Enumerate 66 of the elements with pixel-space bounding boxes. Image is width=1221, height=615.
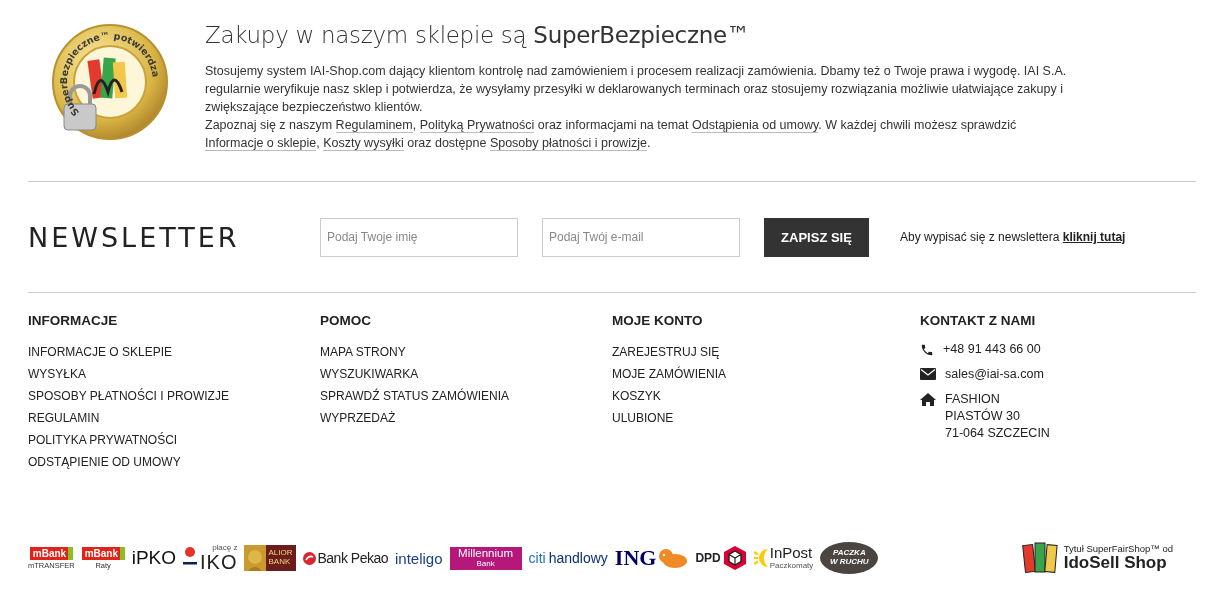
logo-text: W RUCHU — [829, 558, 869, 567]
footer-link[interactable]: WYPRZEDAŻ — [320, 407, 396, 429]
column-heading: POMOC — [320, 313, 371, 328]
logo-text: BANK — [268, 558, 292, 567]
logo-text: handlowy — [548, 550, 608, 566]
security-title: Zakupy w naszym sklepie są SuperBezpieczne™ — [205, 22, 751, 48]
footer-link[interactable]: MOJE ZAMÓWIENIA — [612, 363, 726, 385]
lion-icon — [658, 547, 689, 569]
logo-caption: płacę z — [212, 544, 238, 552]
contact-text: sales@iai-sa.com — [945, 366, 1044, 383]
footer-link[interactable]: REGULAMIN — [28, 407, 100, 429]
contact-text: 71-064 SZCZECIN — [945, 425, 1050, 442]
policy-link[interactable]: Sposoby płatności i prowizje — [489, 136, 647, 151]
email-field[interactable]: Podaj Twój e-mail — [542, 217, 740, 257]
cube-icon — [722, 545, 747, 571]
footer-link[interactable]: WYSZUKIWARKA — [320, 363, 419, 385]
footer-link[interactable]: WYSYŁKA — [28, 363, 87, 385]
policy-link[interactable]: Koszty wysyłki — [323, 136, 404, 151]
policy-link[interactable]: Regulaminem — [335, 118, 413, 133]
badge-caption: Tytuł SuperFairShop™ od — [1063, 544, 1173, 555]
logo-text: citi — [528, 550, 546, 566]
unsubscribe-link[interactable]: kliknij tutaj — [1062, 230, 1126, 244]
contact-text: +48 91 443 66 00 — [943, 341, 1041, 358]
footer-link[interactable]: MAPA STRONY — [320, 341, 406, 363]
badge-title: IdoSell Shop — [1063, 554, 1168, 572]
footer-link[interactable]: ULUBIONE — [612, 407, 674, 429]
policy-paragraph: Zapoznaj się z naszym Regulaminem, Polityką Prywatności oraz informacjami na temat Odstąpienia od umowy. W każdej chwili możesz sprawdzić Informacje o sklepie, Koszty wysyłki oraz dostępne Sposoby płatności i prowizje. — [205, 117, 1018, 152]
column-heading: INFORMACJE — [28, 313, 118, 328]
bank-logo: mBank — [29, 546, 73, 560]
security-paragraph: Stosujemy system IAI-Shop.com dający klientom kontrolę nad zamówieniem i procesem realizacji zamówienia. Dbamy też o Twoje prawa i wygodę. IAI S.A. regularnie weryfikuje nasz sklep i potwierdza, że wysyłamy przesyłki w deklarowanych terminach oraz stosujemy rozwiązania możliwie ułatwiające zakupy i zwiększające bezpieczeństwo klientów. — [205, 63, 1068, 116]
logo-caption: Bank — [476, 559, 495, 568]
bank-logo: mBank — [81, 546, 125, 560]
footer-link[interactable]: SPRAWDŹ STATUS ZAMÓWIENIA — [320, 385, 510, 407]
footer-link[interactable]: KOSZYK — [612, 385, 661, 407]
contact-text: PIASTÓW 30 — [945, 408, 1022, 425]
footer-link[interactable]: ODSTĄPIENIE OD UMOWY — [28, 451, 181, 473]
column-heading: MOJE KONTO — [612, 313, 703, 328]
logo-text: PACZKA — [832, 549, 866, 558]
policy-link[interactable]: Polityką Prywatności — [419, 118, 535, 133]
footer-link[interactable]: POLITYKA PRYWATNOŚCI — [28, 429, 178, 451]
footer-link[interactable]: ZAREJESTRUJ SIĘ — [612, 341, 720, 363]
logo-text: InPost — [769, 545, 814, 562]
logo-text: Bank Pekao — [317, 550, 388, 566]
home-icon — [920, 393, 936, 406]
swirl-icon — [302, 551, 316, 565]
logo-text: IKO — [200, 552, 238, 572]
footer-link[interactable]: SPOSOBY PŁATNOŚCI I PROWIZJE — [28, 385, 229, 407]
logo-text: ALIOR — [268, 549, 293, 558]
face-relief-icon — [244, 545, 267, 571]
name-field[interactable]: Podaj Twoje imię — [320, 217, 518, 257]
logo-text: Millennium — [458, 548, 514, 560]
phone-icon — [920, 343, 934, 357]
sun-icon — [753, 548, 768, 568]
envelope-icon — [920, 368, 936, 380]
logo-text: iPKO — [131, 547, 177, 569]
logo-text: ING — [614, 545, 657, 571]
contact-text: FASHION — [945, 391, 1001, 408]
logo-text: inteligo — [395, 549, 443, 567]
newsletter-title: NEWSLETTER — [28, 221, 241, 253]
column-heading: KONTAKT Z NAMI — [920, 313, 1036, 328]
logo-caption: Paczkomaty — [769, 561, 814, 571]
unsubscribe-text: Aby wypisać się z newslettera kliknij tutaj — [900, 230, 1126, 244]
footer-link[interactable]: INFORMACJE O SKLEPIE — [28, 341, 173, 363]
shop-logo-icon — [1021, 542, 1058, 574]
subscribe-button[interactable]: ZAPISZ SIĘ — [764, 217, 869, 257]
logo-text: DPD — [695, 551, 721, 565]
